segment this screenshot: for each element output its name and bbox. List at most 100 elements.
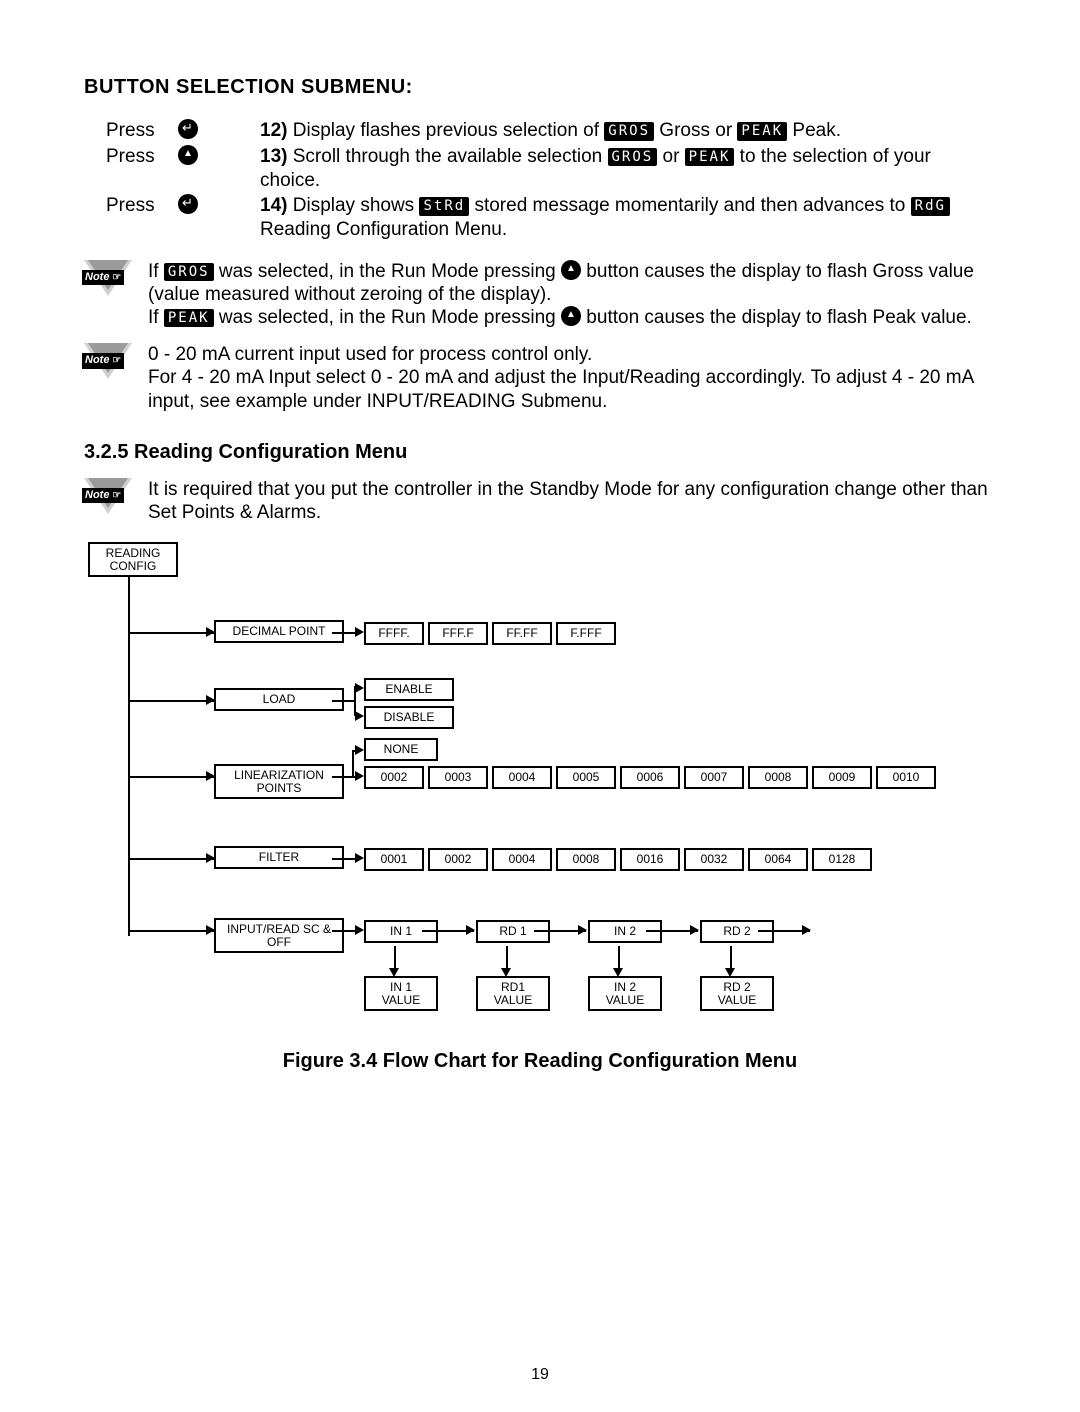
- connector: [128, 576, 130, 936]
- flow-option: NONE: [364, 738, 438, 761]
- flow-io-value: RD 2 VALUE: [700, 976, 774, 1011]
- arrow-icon: [355, 745, 364, 755]
- flow-option: FF.FF: [492, 622, 552, 645]
- press-label: Press: [106, 145, 178, 169]
- flow-root: READING CONFIG: [88, 542, 178, 577]
- connector: [332, 930, 352, 932]
- page-number: 19: [0, 1366, 1080, 1384]
- flow-option: 0010: [876, 766, 936, 789]
- step-row: Press 13) Scroll through the available s…: [106, 145, 996, 193]
- flow-option: 0002: [364, 766, 424, 789]
- flow-option: F.FFF: [556, 622, 616, 645]
- flow-option: 0004: [492, 848, 552, 871]
- flow-option: FFFF.: [364, 622, 424, 645]
- flow-category: DECIMAL POINT: [214, 620, 344, 643]
- flow-option: 0008: [748, 766, 808, 789]
- connector: [128, 776, 214, 778]
- flow-option: FFF.F: [428, 622, 488, 645]
- arrow-icon: [690, 925, 699, 935]
- section-heading: BUTTON SELECTION SUBMENU:: [84, 76, 996, 99]
- seg-display-badge: PEAK: [164, 309, 214, 327]
- note-text: 0 - 20 mA current input used for process…: [148, 343, 996, 413]
- flow-io-value: IN 2 VALUE: [588, 976, 662, 1011]
- flow-category: LINEARIZATION POINTS: [214, 764, 344, 799]
- seg-display-badge: StRd: [419, 197, 469, 216]
- flow-io-value: RD1 VALUE: [476, 976, 550, 1011]
- seg-display-badge: GROS: [164, 263, 214, 281]
- connector: [128, 632, 214, 634]
- note-icon: Note: [84, 478, 136, 520]
- flow-option: ENABLE: [364, 678, 454, 701]
- note-text: If GROS was selected, in the Run Mode pr…: [148, 260, 996, 330]
- press-label: Press: [106, 119, 178, 143]
- step-button-icon-cell: [178, 119, 260, 143]
- connector: [332, 776, 352, 778]
- flow-option: 0003: [428, 766, 488, 789]
- flow-option: 0008: [556, 848, 616, 871]
- connector: [394, 946, 396, 968]
- connector: [332, 700, 352, 702]
- flow-category: FILTER: [214, 846, 344, 869]
- step-body: 13) Scroll through the available selecti…: [260, 145, 996, 193]
- flow-option: 0009: [812, 766, 872, 789]
- note-icon: Note: [84, 343, 136, 385]
- flowchart: READING CONFIG DECIMAL POINT FFFF.FFF.FFF.…: [88, 542, 988, 1032]
- flow-option: 0006: [620, 766, 680, 789]
- seg-display-badge: PEAK: [685, 148, 735, 167]
- step-body: 12) Display flashes previous selection o…: [260, 119, 996, 143]
- button-steps: Press 12) Display flashes previous selec…: [106, 119, 996, 242]
- arrow-icon: [355, 627, 364, 637]
- up-icon: [561, 260, 581, 280]
- flow-option: 0016: [620, 848, 680, 871]
- connector: [332, 858, 352, 860]
- note-badge-text: Note: [82, 353, 124, 368]
- step-button-icon-cell: [178, 194, 260, 218]
- up-icon: [178, 145, 198, 165]
- flow-option: 0007: [684, 766, 744, 789]
- seg-display-badge: GROS: [608, 148, 658, 167]
- subsection-heading: 3.2.5 Reading Configuration Menu: [84, 441, 996, 464]
- up-icon: [561, 306, 581, 326]
- flow-option: 0064: [748, 848, 808, 871]
- note-text: It is required that you put the controll…: [148, 478, 996, 524]
- arrow-icon: [466, 925, 475, 935]
- flow-option: 0002: [428, 848, 488, 871]
- seg-display-badge: RdG: [911, 197, 950, 216]
- seg-display-badge: PEAK: [737, 122, 787, 141]
- arrow-icon: [355, 925, 364, 935]
- flow-io-value: IN 1 VALUE: [364, 976, 438, 1011]
- flow-option: 0005: [556, 766, 616, 789]
- connector: [128, 930, 214, 932]
- flow-option: 0032: [684, 848, 744, 871]
- figure-caption: Figure 3.4 Flow Chart for Reading Config…: [84, 1050, 996, 1073]
- connector: [332, 632, 352, 634]
- note-block-1: Note If GROS was selected, in the Run Mo…: [84, 260, 996, 330]
- connector: [352, 750, 354, 776]
- flow-category: LOAD: [214, 688, 344, 711]
- flow-option: 0004: [492, 766, 552, 789]
- press-label: Press: [106, 194, 178, 218]
- note-badge-text: Note: [82, 488, 124, 503]
- seg-display-badge: GROS: [604, 122, 654, 141]
- note-block-3: Note It is required that you put the con…: [84, 478, 996, 524]
- connector: [506, 946, 508, 968]
- arrow-icon: [802, 925, 811, 935]
- arrow-icon: [355, 683, 364, 693]
- note-block-2: Note 0 - 20 mA current input used for pr…: [84, 343, 996, 413]
- flow-option: DISABLE: [364, 706, 454, 729]
- step-row: Press 14) Display shows StRd stored mess…: [106, 194, 996, 242]
- flow-option: 0001: [364, 848, 424, 871]
- connector: [128, 858, 214, 860]
- step-button-icon-cell: [178, 145, 260, 169]
- enter-icon: [178, 119, 198, 139]
- arrow-icon: [355, 853, 364, 863]
- arrow-icon: [355, 711, 364, 721]
- flow-category: INPUT/READ SC & OFF: [214, 918, 344, 953]
- flow-option: 0128: [812, 848, 872, 871]
- note-badge-text: Note: [82, 270, 124, 285]
- connector: [618, 946, 620, 968]
- arrow-icon: [578, 925, 587, 935]
- enter-icon: [178, 194, 198, 214]
- step-body: 14) Display shows StRd stored message mo…: [260, 194, 996, 242]
- arrow-icon: [355, 771, 364, 781]
